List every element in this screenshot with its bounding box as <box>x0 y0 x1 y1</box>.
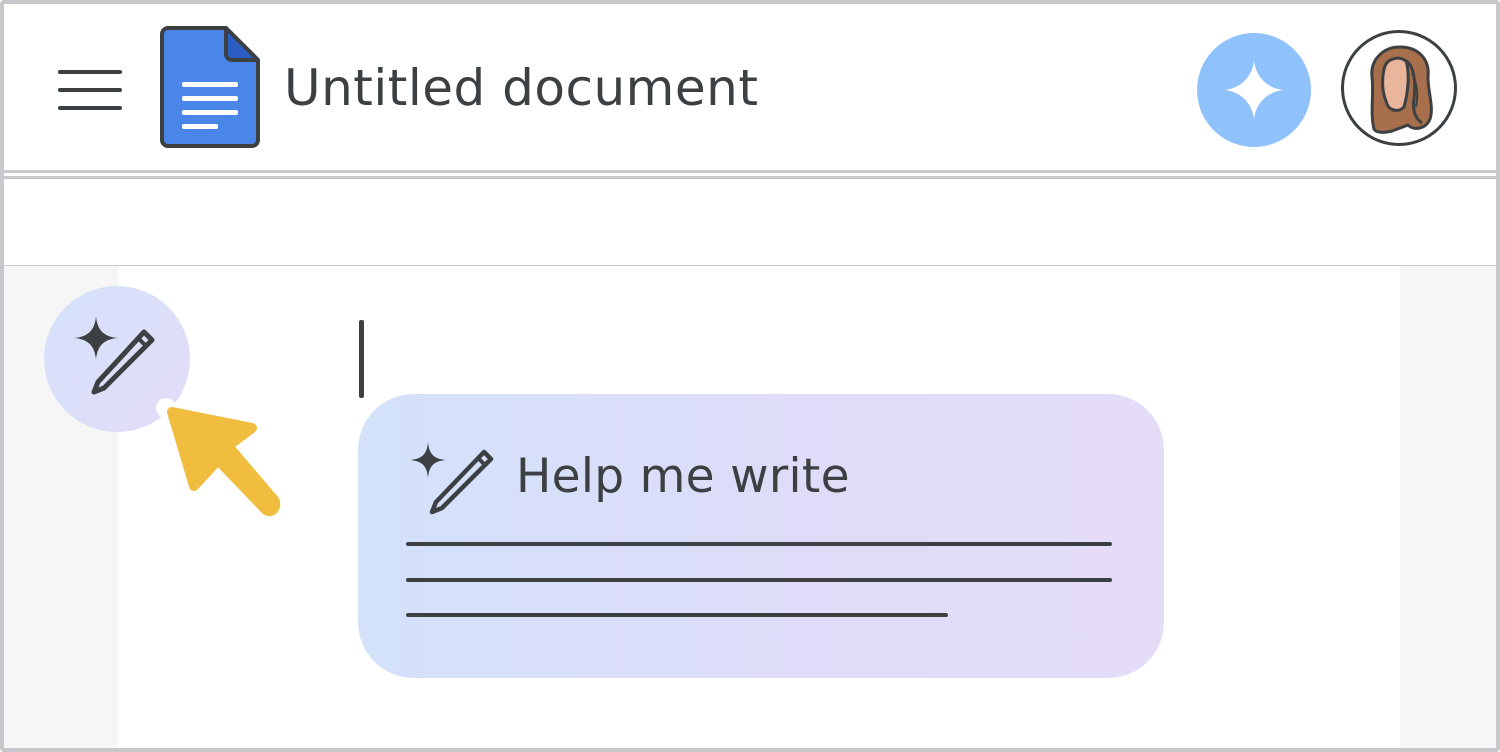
placeholder-text-line <box>406 578 1112 582</box>
help-me-write-label: Help me write <box>516 449 850 504</box>
placeholder-text-line <box>406 542 1112 546</box>
document-title[interactable]: Untitled document <box>284 56 758 120</box>
gemini-sparkle-icon <box>1225 61 1283 119</box>
gemini-button[interactable] <box>1197 33 1311 147</box>
google-docs-icon[interactable] <box>160 26 260 148</box>
hamburger-menu-icon-line <box>58 106 122 110</box>
avatar-portrait-icon <box>1370 45 1433 134</box>
placeholder-text-line <box>406 613 948 617</box>
app-window: Untitled document Help me write <box>0 0 1500 752</box>
main-menu-button[interactable] <box>56 64 126 116</box>
hamburger-menu-icon-line <box>58 88 122 92</box>
sparkle-pencil-icon <box>74 316 155 395</box>
help-me-write-card[interactable]: Help me write <box>358 394 1164 678</box>
hamburger-menu-icon-line <box>58 70 122 74</box>
pointer-arrow-icon <box>156 398 281 516</box>
sparkle-pencil-icon <box>410 442 494 515</box>
user-avatar[interactable] <box>1341 30 1457 146</box>
text-cursor <box>359 320 364 398</box>
top-bar: Untitled document <box>4 4 1496 173</box>
formatting-toolbar <box>4 176 1496 268</box>
